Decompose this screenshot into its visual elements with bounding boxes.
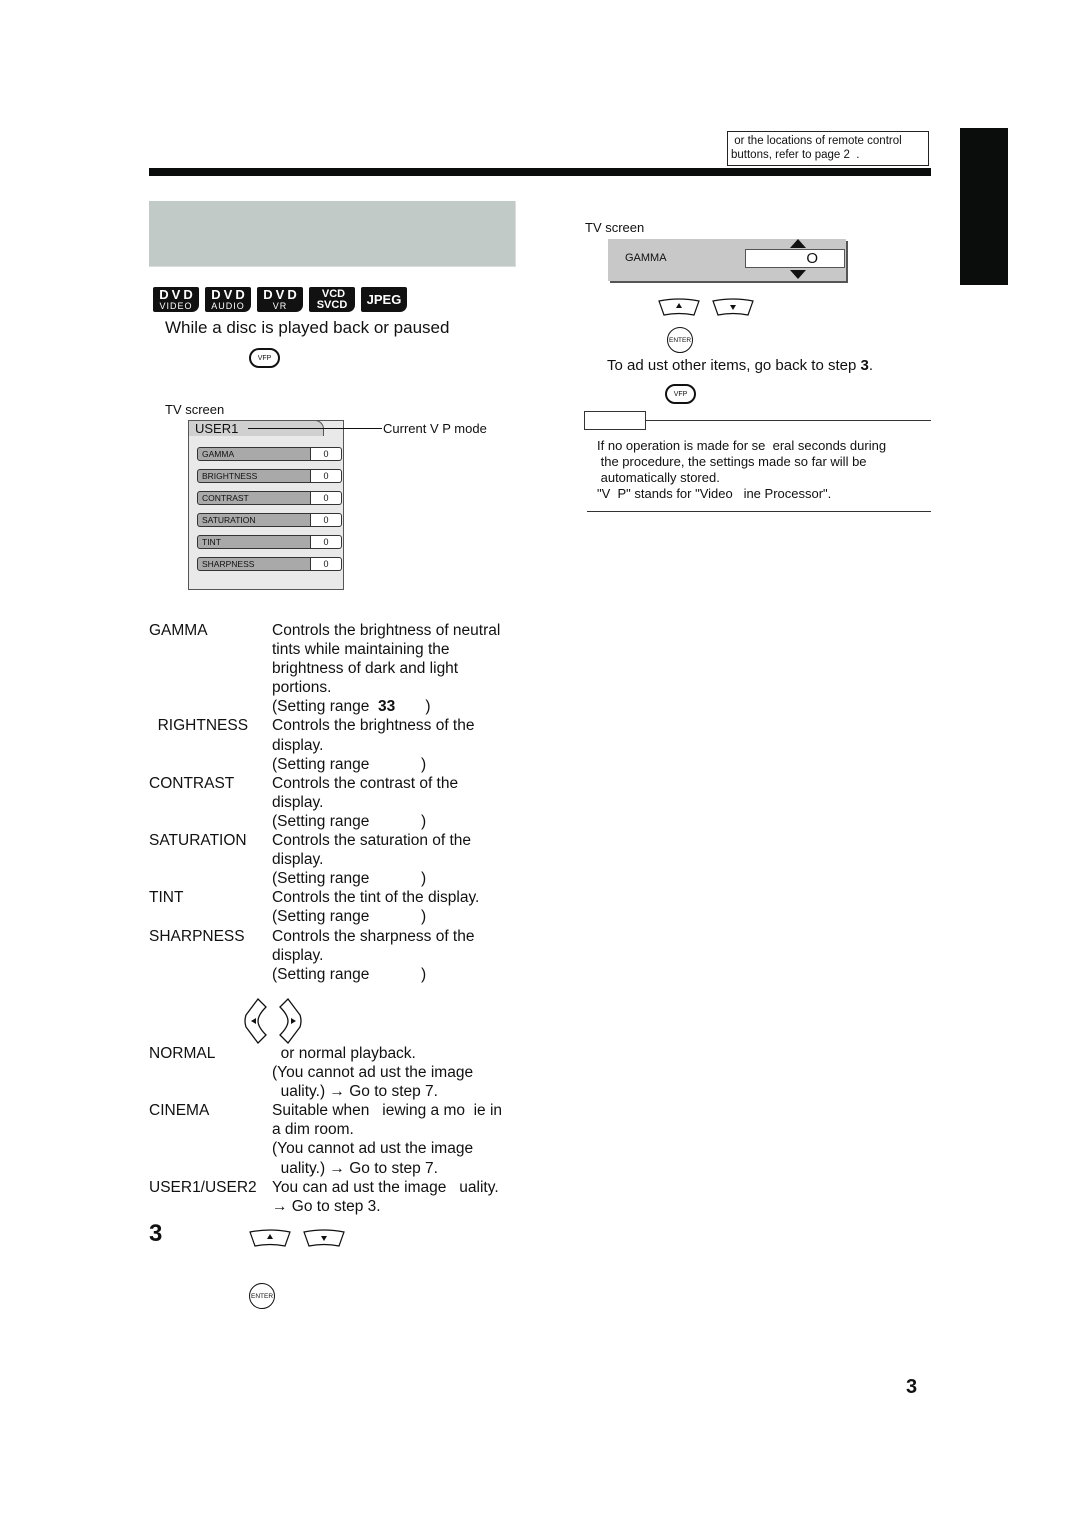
tv-screen-label-right: TV screen (585, 220, 645, 235)
badge-dvd-audio: DVD AUDIO (205, 287, 251, 312)
mode-cinema: CINEMA Suitable when iewing a mo ie in a… (149, 1102, 503, 1177)
notes-heading-box (584, 411, 646, 430)
decrease-arrow-icon (790, 270, 806, 279)
gamma-adjust-screen: GAMMA O (608, 239, 846, 281)
badge-dvd-video: DVD VIDEO (153, 287, 199, 312)
menu-row-brightness: BRIGHTNESS 0 (197, 469, 342, 483)
menu-row-sharpness: SHARPNESS 0 (197, 557, 342, 571)
definition-contrast: CONTRAST Controls the contrast of the di… (149, 774, 459, 830)
left-right-cursor-buttons-icon (244, 998, 302, 1044)
notes-rule-bottom (587, 511, 931, 512)
vfp-mode-definitions: NORMAL or normal playback. (You cannot a… (149, 1044, 522, 1216)
remote-reference-note: or the locations of remote control butto… (727, 131, 929, 166)
menu-row-saturation: SATURATION 0 (197, 513, 342, 527)
settings-definitions: GAMMA Controls the brightness of neutral… (149, 621, 522, 984)
mode-normal: NORMAL or normal playback. (You cannot a… (149, 1045, 474, 1101)
menu-row-tint: TINT 0 (197, 535, 342, 549)
callout-line (248, 428, 382, 429)
section-title-band (149, 201, 516, 267)
definition-sharpness: SHARPNESS Controls the sharpness of the … (149, 927, 475, 983)
return-instruction: To ad ust other items, go back to step 3… (607, 357, 873, 374)
playback-condition: While a disc is played back or paused (165, 318, 450, 337)
definition-saturation: SATURATION Controls the saturation of th… (149, 832, 472, 888)
increase-arrow-icon (790, 239, 806, 248)
badge-jpeg: JPEG (361, 287, 407, 312)
current-mode-callout: Current V P mode (383, 421, 487, 436)
enter-button-icon: ENTER (249, 1283, 275, 1309)
page-number: 3 (906, 1376, 918, 1398)
definition-brightness: RIGHTNESS Controls the brightness of the… (149, 717, 475, 773)
mode-user: USER1/USER2 You can ad ust the image ual… (149, 1178, 499, 1215)
definition-tint: TINT Controls the tint of the display. (… (149, 889, 480, 926)
vfp-button-icon: VFP (249, 348, 280, 368)
vfp-button-icon-right: VFP (665, 384, 696, 404)
notes-rule-top (646, 420, 931, 421)
gamma-label: GAMMA (625, 252, 667, 264)
definition-gamma: GAMMA Controls the brightness of neutral… (149, 622, 501, 716)
reference-note-line: buttons, refer to page 2 . (731, 149, 860, 161)
badge-vcd-svcd: VCD SVCD (309, 287, 355, 312)
header-rule (149, 168, 931, 176)
tv-screen-label: TV screen (165, 402, 225, 417)
menu-row-contrast: CONTRAST 0 (197, 491, 342, 505)
up-down-cursor-buttons-icon-right (658, 298, 754, 316)
up-down-cursor-buttons-icon (249, 1229, 345, 1247)
notes-text: If no operation is made for se eral seco… (597, 438, 887, 501)
disc-type-badges: DVD VIDEO DVD AUDIO DVD VR VCD SVCD JPEG (153, 287, 407, 312)
reference-note-line: or the locations of remote control (731, 135, 902, 147)
vfp-menu-screen: GAMMA 0 BRIGHTNESS 0 CONTRAST 0 SATURATION 0… (188, 420, 344, 590)
step-number: 3 (149, 1220, 163, 1247)
menu-row-gamma: GAMMA 0 (197, 447, 342, 461)
language-side-tab (960, 128, 1008, 285)
enter-button-icon-right: ENTER (667, 327, 693, 353)
badge-dvd-vr: DVD VR (257, 287, 303, 312)
gamma-value: O (745, 249, 845, 268)
